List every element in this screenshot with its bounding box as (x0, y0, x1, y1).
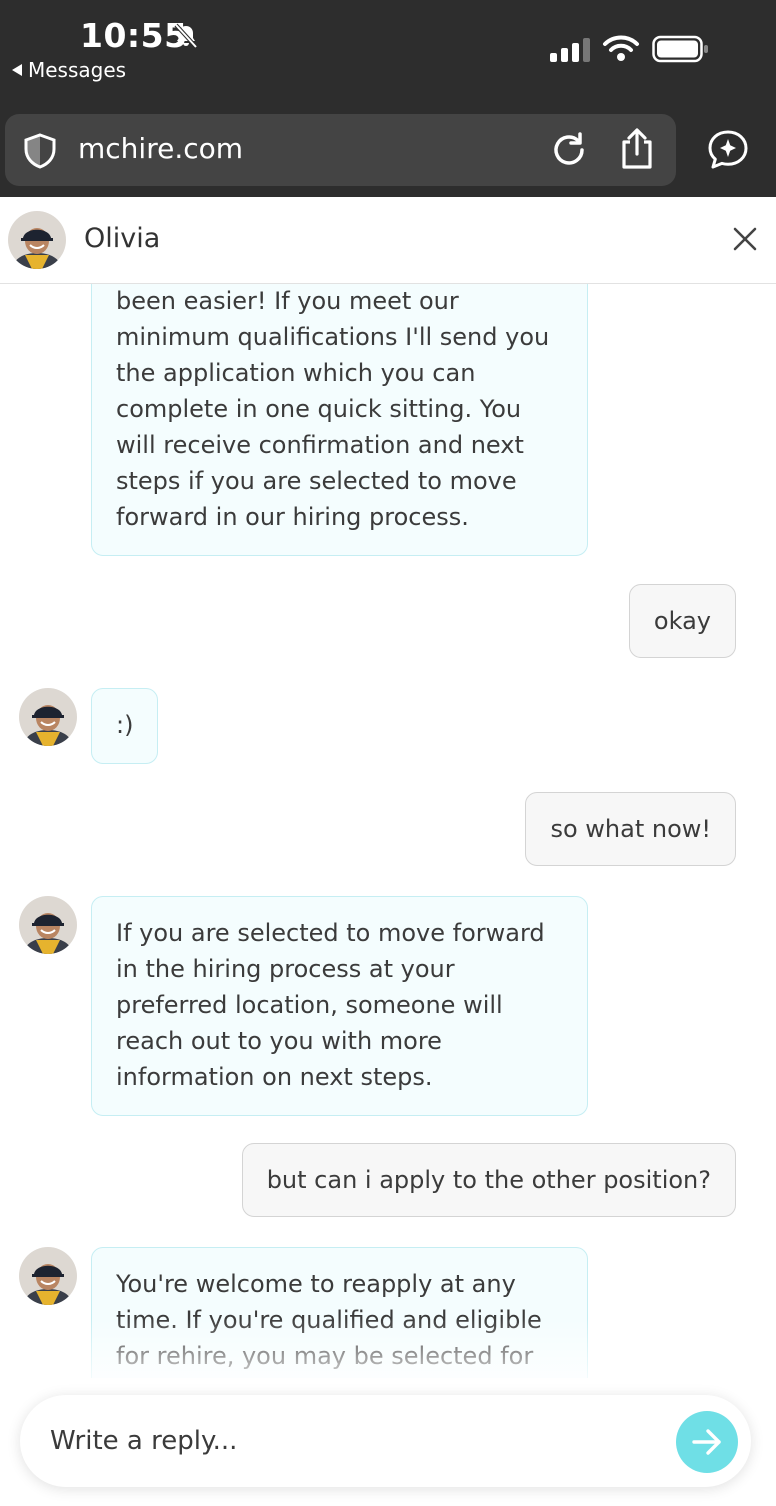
battery-icon (652, 35, 708, 63)
back-label: Messages (28, 58, 127, 82)
assistant-chat-icon[interactable] (706, 128, 750, 172)
reload-icon[interactable] (549, 130, 589, 170)
send-button[interactable] (676, 1411, 738, 1473)
share-icon[interactable] (617, 128, 657, 170)
back-arrow-icon (12, 64, 22, 76)
address-bar[interactable]: mchire.com (5, 114, 676, 186)
scroll-fade (0, 1318, 776, 1388)
bell-muted-icon (174, 23, 198, 49)
agent-name: Olivia (84, 223, 161, 254)
agent-avatar (8, 211, 66, 269)
shield-icon (24, 133, 56, 169)
back-to-messages[interactable]: Messages (12, 58, 126, 82)
cellular-signal-icon (550, 38, 590, 62)
bot-message: :) (91, 688, 159, 764)
agent-avatar (19, 896, 77, 954)
browser-chrome: 10:55 Messages mchire.com (0, 0, 776, 197)
close-icon[interactable] (730, 224, 760, 254)
reply-input[interactable] (50, 1419, 650, 1463)
user-message: but can i apply to the other position? (241, 1143, 736, 1217)
url-text: mchire.com (78, 132, 244, 165)
agent-avatar (19, 688, 77, 746)
agent-avatar (19, 1247, 77, 1305)
wifi-icon (603, 35, 639, 61)
bot-message: If you are selected to move forward in t… (91, 896, 588, 1116)
reply-composer (20, 1395, 751, 1487)
chat-header: Olivia (0, 197, 776, 284)
user-message: okay (628, 584, 736, 658)
arrow-right-icon (692, 1429, 721, 1455)
bot-message: been easier! If you meet our minimum qua… (91, 284, 588, 556)
user-message: so what now! (525, 792, 736, 866)
conversation-area[interactable]: been easier! If you meet our minimum qua… (0, 284, 776, 1378)
